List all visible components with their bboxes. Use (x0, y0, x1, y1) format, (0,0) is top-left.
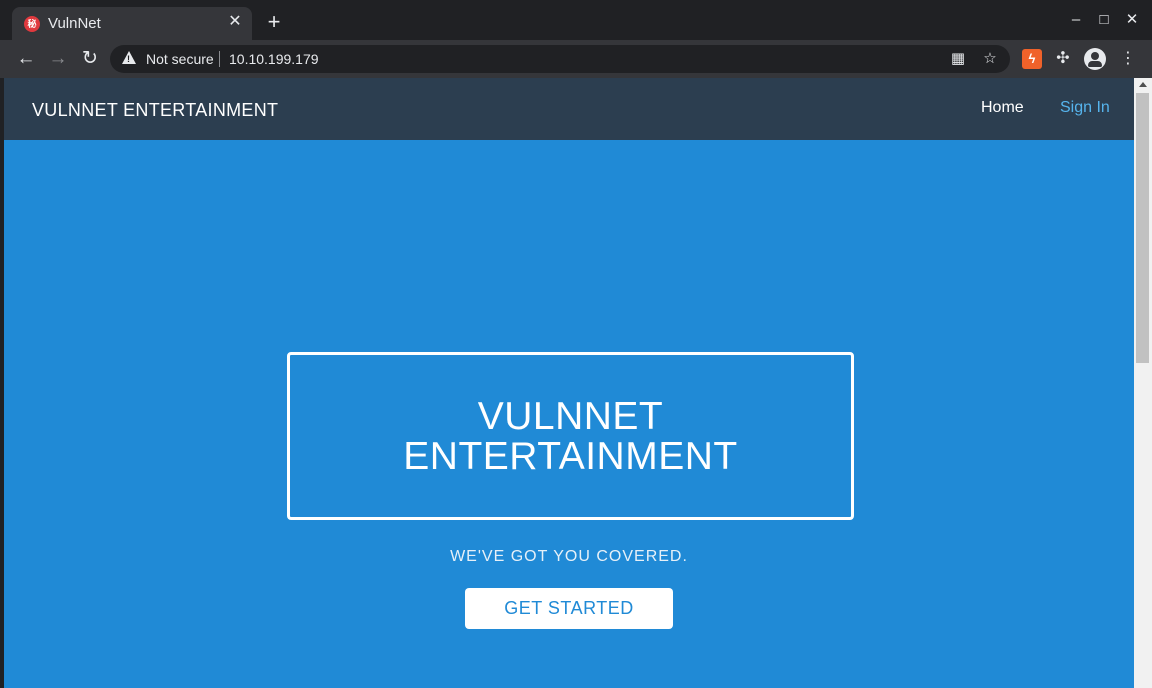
address-divider (219, 51, 220, 67)
close-tab-icon[interactable]: ✕ (226, 13, 244, 31)
maximize-window-button[interactable]: □ (1094, 10, 1114, 30)
url-text[interactable]: 10.10.199.179 (229, 51, 319, 67)
bookmark-star-icon[interactable]: ☆ (980, 49, 1000, 69)
tab-title: VulnNet (48, 15, 101, 32)
qr-code-icon[interactable]: ▦ (948, 49, 968, 69)
site-navbar: VULNNET ENTERTAINMENT Home Sign In (4, 78, 1134, 140)
hero-tagline: WE'VE GOT YOU COVERED. (450, 548, 688, 565)
hero-title: VULNNET ENTERTAINMENT (290, 397, 851, 477)
hero-title-line-2: ENTERTAINMENT (403, 435, 738, 478)
reload-button[interactable]: ↻ (78, 47, 102, 71)
page-viewport: VULNNET ENTERTAINMENT Home Sign In VULNN… (4, 78, 1134, 688)
hero-title-box: VULNNET ENTERTAINMENT (287, 352, 854, 520)
puzzle-icon[interactable]: ✣ (1053, 49, 1073, 69)
hero-section: VULNNET ENTERTAINMENT WE'VE GOT YOU COVE… (4, 140, 1134, 688)
back-button[interactable]: ← (14, 47, 38, 71)
nav-link-home[interactable]: Home (981, 99, 1024, 117)
extension-lightning-icon[interactable]: ϟ (1022, 49, 1042, 69)
scroll-up-arrow-icon[interactable] (1139, 82, 1147, 87)
new-tab-button[interactable]: + (262, 10, 286, 34)
tab-strip: 秘 VulnNet ✕ + – □ ✕ (0, 0, 1152, 40)
favicon-icon: 秘 (24, 16, 40, 32)
page-scrollbar[interactable] (1134, 78, 1152, 688)
hero-title-line-1: VULNNET (477, 395, 664, 438)
forward-button[interactable]: → (46, 47, 70, 71)
scroll-thumb[interactable] (1136, 93, 1149, 363)
site-brand[interactable]: VULNNET ENTERTAINMENT (32, 100, 278, 121)
kebab-menu-icon[interactable]: ⋮ (1118, 49, 1138, 69)
nav-link-sign-in[interactable]: Sign In (1060, 99, 1110, 117)
browser-tab[interactable]: 秘 VulnNet ✕ (12, 7, 252, 40)
security-status[interactable]: Not secure (146, 51, 214, 67)
avatar-icon[interactable] (1084, 48, 1106, 70)
address-bar[interactable]: ! Not secure 10.10.199.179 ▦ ☆ (110, 45, 1010, 73)
avatar-head (1091, 52, 1099, 60)
minimize-window-button[interactable]: – (1066, 10, 1086, 30)
close-window-button[interactable]: ✕ (1122, 10, 1142, 30)
browser-toolbar: ← → ↻ ! Not secure 10.10.199.179 ▦ ☆ ϟ ✣… (0, 40, 1152, 78)
warning-mark: ! (127, 54, 130, 64)
get-started-button[interactable]: GET STARTED (465, 588, 673, 629)
avatar-body (1088, 61, 1102, 67)
